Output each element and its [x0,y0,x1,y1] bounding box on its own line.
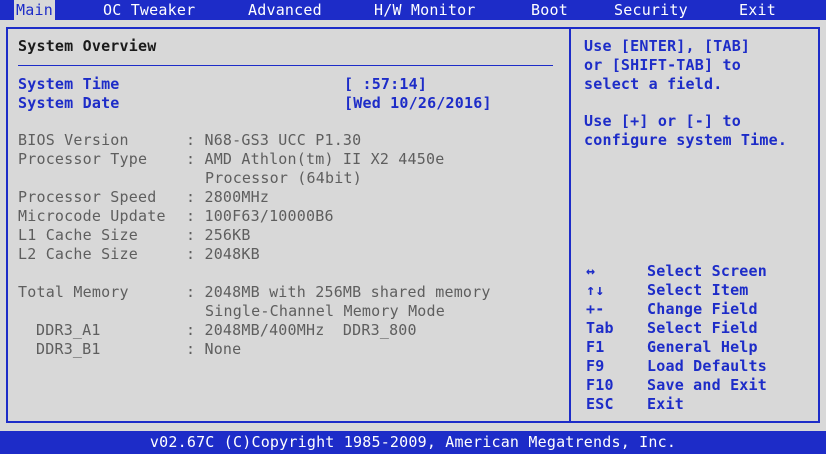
ddr3-a1-value: : 2048MB/400MHz DDR3_800 [186,321,417,339]
section-title: System Overview [18,37,157,55]
processor-speed-label: Processor Speed [18,188,157,206]
processor-type-label: Processor Type [18,150,148,168]
total-memory-value: : 2048MB with 256MB shared memory [186,283,491,301]
help-line-2: or [SHIFT-TAB] to [584,56,741,74]
memory-mode-value: Single-Channel Memory Mode [205,302,445,320]
key-f10: F10 [586,376,614,394]
key-esc: ESC [586,395,614,413]
tab-exit[interactable]: Exit [737,0,778,20]
system-date-value[interactable]: [Wed 10/26/2016] [344,94,492,113]
total-memory-label: Total Memory [18,283,129,301]
ddr3-b1-label: DDR3_B1 [36,340,101,358]
l2-cache-value: : 2048KB [186,245,260,263]
key-f9: F9 [586,357,605,375]
tab-bar: Main OC Tweaker Advanced H/W Monitor Boo… [0,0,826,20]
key-action-save-exit: Save and Exit [647,376,767,394]
microcode-update-value: : 100F63/10000B6 [186,207,334,225]
bios-version-value: : N68-GS3 UCC P1.30 [186,131,362,149]
key-tab: Tab [586,319,614,337]
help-line-3: select a field. [584,75,723,93]
key-action-select-field: Select Field [647,319,758,337]
panel-divider [569,27,571,423]
bios-version-label: BIOS Version [18,131,129,149]
key-action-select-screen: Select Screen [647,262,767,280]
arrow-left-right-icon: ↔ [586,262,596,280]
tab-advanced[interactable]: Advanced [246,0,324,20]
ddr3-b1-value: : None [186,340,242,358]
tab-security[interactable]: Security [612,0,690,20]
microcode-update-label: Microcode Update [18,207,166,225]
system-time-label[interactable]: System Time [18,75,120,94]
l1-cache-value: : 256KB [186,226,251,244]
help-line-5: Use [+] or [-] to [584,112,741,130]
system-date-label[interactable]: System Date [18,94,120,113]
key-action-load-defaults: Load Defaults [647,357,767,375]
l1-cache-label: L1 Cache Size [18,226,138,244]
help-line-1: Use [ENTER], [TAB] [584,37,751,55]
tab-boot[interactable]: Boot [529,0,570,20]
section-divider [18,65,553,66]
key-f1: F1 [586,338,605,356]
processor-type-value-cont: Processor (64bit) [205,169,362,187]
arrow-up-down-icon: ↑↓ [586,281,605,299]
processor-type-value: : AMD Athlon(tm) II X2 4450e [186,150,445,168]
tab-hw-monitor[interactable]: H/W Monitor [372,0,478,20]
processor-speed-value: : 2800MHz [186,188,270,206]
key-action-general-help: General Help [647,338,758,356]
key-action-change-field: Change Field [647,300,758,318]
key-action-select-item: Select Item [647,281,749,299]
tab-oc-tweaker[interactable]: OC Tweaker [101,0,197,20]
copyright-footer: v02.67C (C)Copyright 1985-2009, American… [0,431,826,454]
tab-main[interactable]: Main [14,0,55,20]
plus-minus-icon: +- [586,300,605,318]
l2-cache-label: L2 Cache Size [18,245,138,263]
help-line-6: configure system Time. [584,131,788,149]
ddr3-a1-label: DDR3_A1 [36,321,101,339]
key-action-exit: Exit [647,395,684,413]
system-time-value[interactable]: [ :57:14] [344,75,427,94]
